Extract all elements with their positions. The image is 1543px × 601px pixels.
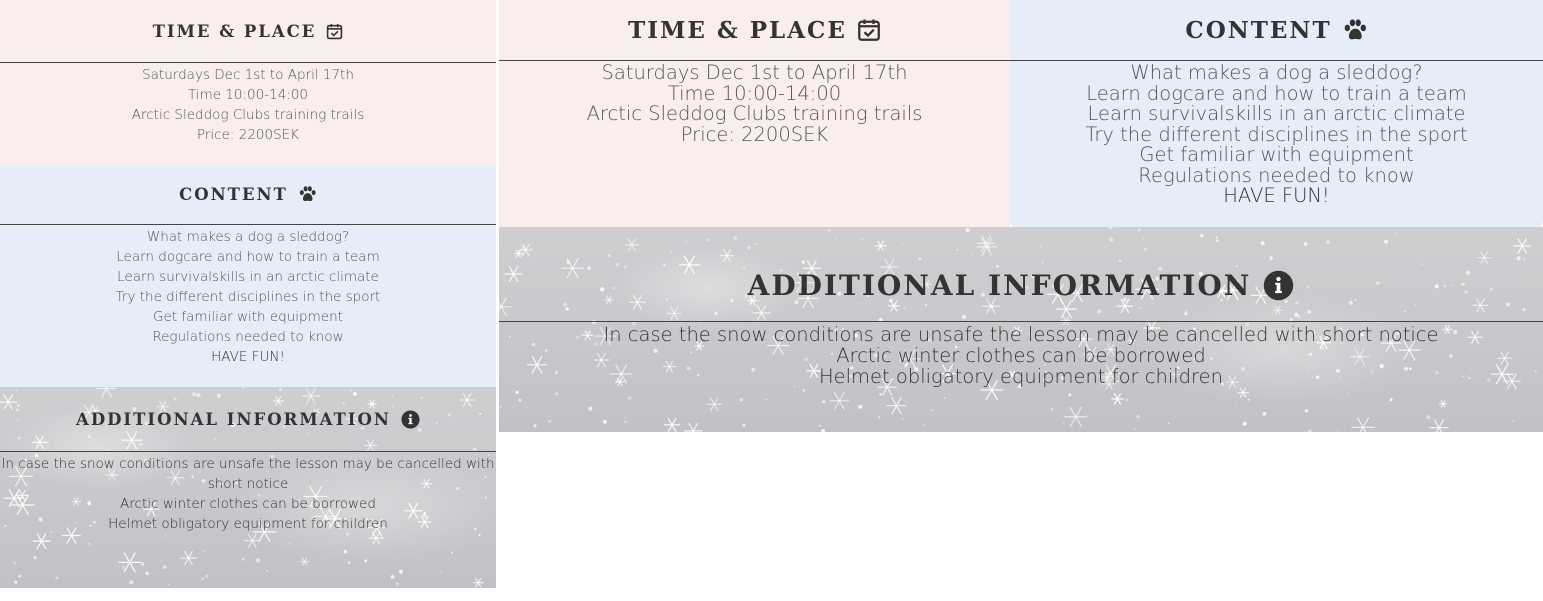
- time-place-heading: TIME & PLACE: [0, 0, 496, 62]
- mobile-view: TIME & PLACE Saturdays Dec 1st to April …: [0, 0, 496, 588]
- time-place-location: Arctic Sleddog Clubs training trails: [586, 102, 923, 125]
- content-item: Get familiar with equipment: [153, 309, 343, 325]
- content-list: What makes a dog a sleddog? Learn dogcar…: [1010, 61, 1543, 207]
- calendar-check-icon: [857, 18, 881, 42]
- time-place-price: Price: 2200SEK: [680, 122, 829, 146]
- content-item: Learn dogcare and how to train a team: [1086, 81, 1467, 105]
- content-heading: CONTENT: [0, 165, 496, 224]
- time-place-details: Saturdays Dec 1st to April 17th Time 10:…: [0, 63, 496, 145]
- additional-info-section: ADDITIONAL INFORMATION In case the snow …: [0, 387, 496, 588]
- time-place-title: TIME & PLACE: [152, 21, 317, 41]
- content-item: Regulations needed to know: [1138, 163, 1415, 187]
- time-place-heading: TIME & PLACE: [499, 0, 1010, 60]
- additional-info-section: ADDITIONAL INFORMATION In case the snow …: [499, 227, 1543, 432]
- additional-info-list: In case the snow conditions are unsafe t…: [0, 452, 496, 534]
- additional-info-item: Arctic winter clothes can be borrowed: [836, 344, 1206, 367]
- additional-info-item: In case the snow conditions are unsafe t…: [603, 323, 1439, 346]
- desktop-view: TIME & PLACE Saturdays Dec 1st to April …: [499, 0, 1543, 432]
- additional-info-heading: ADDITIONAL INFORMATION: [0, 387, 496, 451]
- time-place-time: Time 10:00-14:00: [187, 87, 308, 103]
- additional-info-list: In case the snow conditions are unsafe t…: [499, 322, 1543, 387]
- content-item: What makes a dog a sleddog?: [146, 229, 350, 245]
- additional-info-item: In case the snow conditions are unsafe t…: [1, 456, 495, 492]
- info-circle-icon: [401, 409, 420, 429]
- time-place-dates: Saturdays Dec 1st to April 17th: [601, 61, 908, 84]
- paw-icon: [1342, 18, 1368, 42]
- content-list: What makes a dog a sleddog? Learn dogcar…: [0, 225, 496, 367]
- content-section: CONTENT What makes a dog a sleddog? Lear…: [1010, 0, 1543, 227]
- content-item: Regulations needed to know: [152, 329, 344, 345]
- paw-icon: [298, 186, 317, 203]
- info-circle-icon: [1263, 270, 1294, 301]
- content-title: CONTENT: [179, 185, 288, 204]
- time-place-details: Saturdays Dec 1st to April 17th Time 10:…: [499, 61, 1010, 145]
- additional-info-heading: ADDITIONAL INFORMATION: [499, 227, 1543, 321]
- content-item: Try the different disciplines in the spo…: [1085, 122, 1468, 146]
- content-item: HAVE FUN!: [1223, 184, 1330, 207]
- time-place-section: TIME & PLACE Saturdays Dec 1st to April …: [0, 0, 496, 165]
- additional-info-item: Arctic winter clothes can be borrowed: [120, 496, 376, 512]
- calendar-check-icon: [326, 23, 343, 40]
- content-item: Learn survivalskills in an arctic climat…: [117, 269, 379, 285]
- content-item: Learn dogcare and how to train a team: [116, 249, 380, 265]
- content-title: CONTENT: [1185, 16, 1332, 44]
- content-item: Try the different disciplines in the spo…: [115, 289, 381, 305]
- time-place-section: TIME & PLACE Saturdays Dec 1st to April …: [499, 0, 1010, 227]
- additional-info-title: ADDITIONAL INFORMATION: [747, 268, 1252, 302]
- time-place-time: Time 10:00-14:00: [667, 81, 842, 105]
- time-place-title: TIME & PLACE: [628, 16, 847, 44]
- time-place-location: Arctic Sleddog Clubs training trails: [131, 107, 365, 123]
- content-heading: CONTENT: [1010, 0, 1543, 60]
- additional-info-item: Helmet obligatory equipment for children: [108, 516, 388, 532]
- content-section: CONTENT What makes a dog a sleddog? Lear…: [0, 165, 496, 387]
- time-place-price: Price: 2200SEK: [196, 127, 300, 143]
- content-item: HAVE FUN!: [211, 349, 285, 365]
- content-item: What makes a dog a sleddog?: [1130, 61, 1423, 84]
- additional-info-title: ADDITIONAL INFORMATION: [76, 409, 391, 429]
- content-item: Get familiar with equipment: [1139, 143, 1414, 166]
- additional-info-item: Helmet obligatory equipment for children: [818, 365, 1223, 388]
- content-item: Learn survivalskills in an arctic climat…: [1087, 102, 1466, 125]
- time-place-dates: Saturdays Dec 1st to April 17th: [142, 67, 354, 83]
